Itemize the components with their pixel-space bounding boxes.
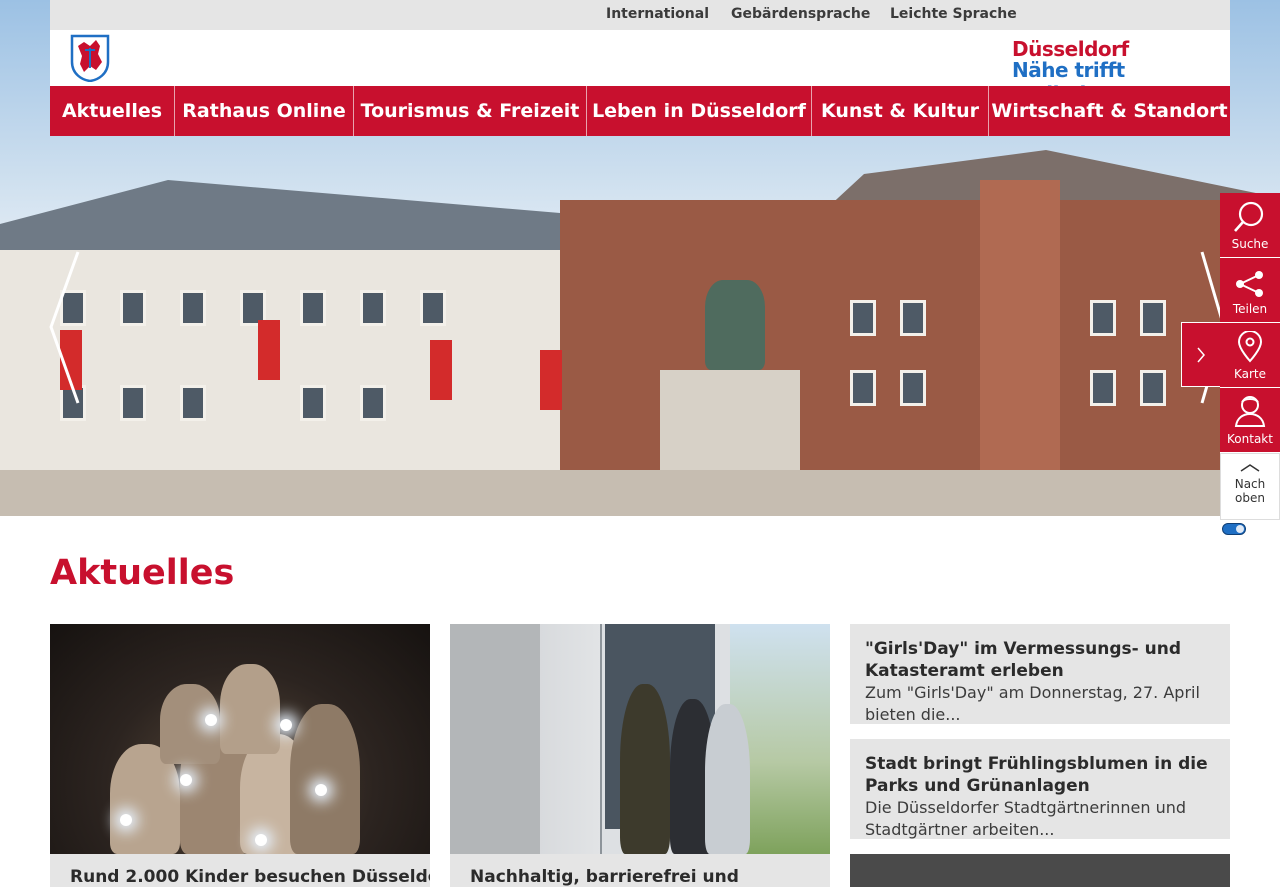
news-teaser-text: Die Düsseldorfer Stadtgärtnerinnen und S…: [865, 798, 1187, 839]
link-gebaerdensprache[interactable]: Gebärdensprache: [731, 6, 870, 22]
tool-share[interactable]: Teilen: [1220, 258, 1280, 323]
nav-kunst-kultur[interactable]: Kunst & Kultur: [812, 86, 989, 136]
news-card-image: [450, 624, 830, 854]
contrast-toggle[interactable]: [1222, 523, 1246, 535]
share-icon: [1236, 271, 1263, 297]
tool-contact-label: Kontakt: [1227, 432, 1273, 446]
site-header: Düsseldorf Nähe trifft Freiheit: [50, 30, 1230, 106]
nav-tourismus-freizeit[interactable]: Tourismus & Freizeit: [354, 86, 587, 136]
search-icon: [1234, 201, 1264, 232]
main-nav: Aktuelles Rathaus Online Tourismus & Fre…: [50, 86, 1230, 136]
news-card-title[interactable]: Rund 2.000 Kinder besuchen Düsseldorfs: [70, 867, 430, 887]
nav-wirtschaft-standort[interactable]: Wirtschaft & Standort: [989, 86, 1230, 136]
news-teaser[interactable]: Stadt bringt Frühlingsblumen in die Park…: [850, 739, 1230, 839]
link-leichte-sprache[interactable]: Leichte Sprache: [890, 6, 1017, 22]
side-tools: Suche Teilen Karte Kontakt Nach oben: [1220, 193, 1280, 520]
news-teaser[interactable]: "Girls'Day" im Vermessungs- und Kataster…: [850, 624, 1230, 724]
chevron-up-icon: [1240, 463, 1260, 472]
nav-leben-in-duesseldorf[interactable]: Leben in Düsseldorf: [587, 86, 812, 136]
news-card-image: [50, 624, 430, 854]
section-title: Aktuelles: [50, 553, 235, 593]
tool-search-label: Suche: [1231, 237, 1269, 251]
tool-to-top[interactable]: Nach oben: [1220, 453, 1280, 520]
news-card[interactable]: Nachhaltig, barrierefrei und: [450, 624, 830, 887]
news-teaser-title[interactable]: Stadt bringt Frühlingsblumen in die Park…: [865, 753, 1215, 797]
tool-contact[interactable]: Kontakt: [1220, 388, 1280, 453]
news-teaser-text: Zum "Girls'Day" am Donnerstag, 27. April…: [865, 683, 1200, 724]
service-bar: International Gebärdensprache Leichte Sp…: [50, 0, 1230, 30]
nav-rathaus-online[interactable]: Rathaus Online: [175, 86, 354, 136]
tool-search[interactable]: Suche: [1220, 193, 1280, 258]
news-card-title[interactable]: Nachhaltig, barrierefrei und: [470, 867, 739, 887]
map-pin-icon: [1237, 331, 1263, 363]
tool-to-top-label-2: oben: [1235, 490, 1265, 505]
tool-share-label: Teilen: [1232, 302, 1268, 316]
tool-to-top-label-1: Nach: [1234, 476, 1266, 491]
news-teaser-more[interactable]: [850, 854, 1230, 887]
nav-aktuelles[interactable]: Aktuelles: [50, 86, 175, 136]
news-card[interactable]: Rund 2.000 Kinder besuchen Düsseldorfs: [50, 624, 430, 887]
tool-map[interactable]: Karte: [1220, 323, 1280, 388]
side-tools-toggle[interactable]: [1181, 322, 1221, 387]
chevron-left-icon[interactable]: [48, 250, 82, 405]
chevron-right-small-icon: [1197, 347, 1205, 362]
contact-icon: [1234, 396, 1266, 427]
tool-map-label: Karte: [1233, 367, 1267, 381]
crest-icon[interactable]: [70, 34, 110, 82]
link-international[interactable]: International: [606, 6, 709, 22]
news-teaser-title[interactable]: "Girls'Day" im Vermessungs- und Kataster…: [865, 638, 1215, 682]
